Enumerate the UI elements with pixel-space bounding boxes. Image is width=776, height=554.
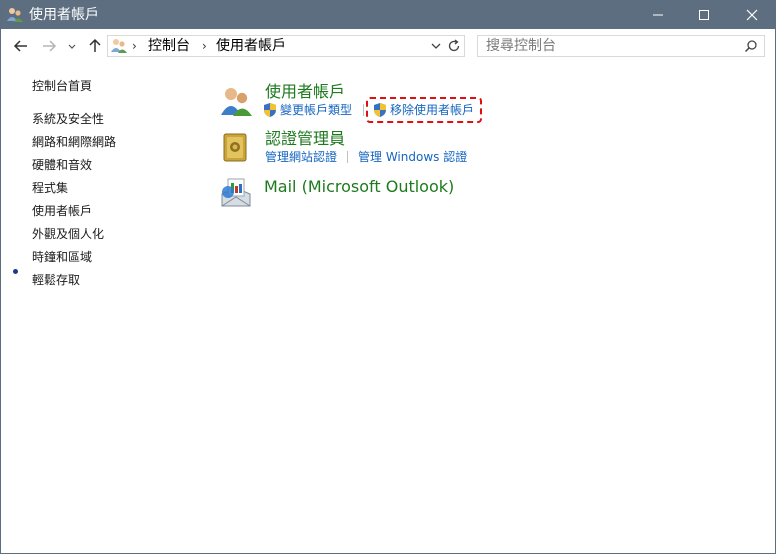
refresh-button[interactable] [444,35,465,57]
link-separator [363,104,364,116]
main-content: 使用者帳戶 變更帳戶類型 移除使用者帳戶 認證管理員 管理網站認證 管理 Win… [201,63,775,533]
breadcrumb-user-accounts[interactable]: 使用者帳戶 [216,36,286,56]
back-button[interactable] [11,36,31,56]
minimize-button[interactable] [635,1,681,29]
sidebar-item-network-internet[interactable]: 網路和網際網路 [32,134,116,150]
up-button[interactable] [85,36,105,56]
sidebar-item-appearance[interactable]: 外觀及個人化 [32,226,104,242]
close-button[interactable] [729,1,775,29]
mail-title[interactable]: Mail (Microsoft Outlook) [264,177,454,197]
minimize-icon [653,14,663,16]
chevron-down-icon [68,44,76,49]
mail-icon[interactable] [219,176,253,210]
sidebar-item-user-accounts: 使用者帳戶 [32,204,93,218]
uac-shield-icon [374,103,386,117]
search-input[interactable] [478,36,728,56]
sidebar-item-programs[interactable]: 程式集 [32,180,68,196]
sidebar: 控制台首頁 系統及安全性 網路和網際網路 硬體和音效 程式集 使用者帳戶 外觀及… [1,63,201,533]
chevron-down-icon[interactable] [429,39,443,53]
users-icon [7,8,23,22]
credential-manager-icon[interactable] [221,131,249,163]
link-separator [347,151,348,163]
active-indicator [13,269,18,274]
arrow-right-icon [43,40,57,52]
user-accounts-icon[interactable] [219,85,253,117]
chevron-right-icon: › [202,39,207,53]
chevron-right-icon: › [132,39,137,53]
manage-web-credentials-link[interactable]: 管理網站認證 [265,149,337,165]
sidebar-item-control-panel-home[interactable]: 控制台首頁 [32,78,92,94]
control-panel-window: 使用者帳戶 › 控制台 › 使用者帳戶 搜尋控制台 控制台首頁 系統及安全性 網… [0,0,776,554]
forward-button[interactable] [39,36,59,56]
close-icon [746,9,758,21]
credential-manager-title[interactable]: 認證管理員 [265,129,345,149]
refresh-icon [448,39,460,52]
sidebar-item-system-security[interactable]: 系統及安全性 [32,111,104,127]
search-box[interactable] [477,35,765,57]
manage-windows-credentials-link[interactable]: 管理 Windows 認證 [358,149,467,165]
window-title: 使用者帳戶 [29,7,99,23]
sidebar-item-clock-region[interactable]: 時鐘和區域 [32,249,92,265]
arrow-up-icon [89,38,101,52]
sidebar-item-hardware-sound[interactable]: 硬體和音效 [32,157,92,173]
search-icon[interactable] [744,39,758,53]
maximize-button[interactable] [681,1,727,29]
arrow-left-icon [13,40,27,52]
breadcrumb-control-panel[interactable]: 控制台 [148,36,190,56]
users-icon [111,39,127,53]
navigation-bar: › 控制台 › 使用者帳戶 [1,29,775,63]
change-account-type-link[interactable]: 變更帳戶類型 [280,102,352,118]
remove-user-accounts-link[interactable]: 移除使用者帳戶 [390,102,474,118]
maximize-icon [699,10,709,20]
uac-shield-icon [264,103,276,117]
recent-locations-button[interactable] [65,36,79,56]
address-bar[interactable]: › 控制台 › 使用者帳戶 [107,35,446,57]
title-bar[interactable]: 使用者帳戶 [1,1,775,29]
sidebar-item-ease-of-access[interactable]: 輕鬆存取 [32,272,80,288]
user-accounts-title[interactable]: 使用者帳戶 [265,82,345,102]
